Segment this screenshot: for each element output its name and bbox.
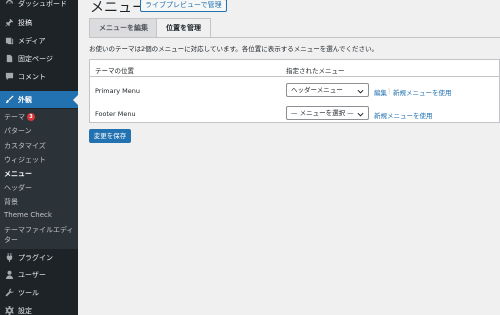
location-label: Footer Menu: [95, 110, 136, 118]
sidebar-item-label: コメント: [18, 72, 46, 81]
submenu-item-theme-editor[interactable]: テーマファイルエディ ター: [4, 225, 74, 245]
admin-sidebar: ダッシュボード 投稿 メディア 固定ページ コメント 外観 テーマ 3 パターン …: [0, 0, 78, 315]
submenu-item-theme-check[interactable]: Theme Check: [4, 211, 52, 219]
live-preview-button[interactable]: ライブプレビューで管理: [140, 0, 227, 12]
submenu-item-label: テーマファイルエディ: [4, 226, 74, 234]
pages-icon: [4, 54, 14, 64]
menu-locations-table: テーマの位置 指定されたメニュー Primary Menu ヘッダーメニュー 編…: [89, 59, 500, 123]
footer-menu-select[interactable]: — メニューを選択 —: [286, 106, 369, 120]
sidebar-item-label: ツール: [18, 288, 39, 297]
primary-menu-select[interactable]: ヘッダーメニュー: [286, 83, 369, 97]
user-icon: [4, 270, 14, 280]
wrench-icon: [4, 288, 14, 298]
sidebar-item-label: プラグイン: [18, 253, 53, 262]
update-count-badge: 3: [27, 113, 35, 121]
sidebar-item-pages[interactable]: 固定ページ: [0, 50, 78, 67]
sidebar-item-label: 固定ページ: [18, 54, 53, 63]
select-value: — メニューを選択 —: [291, 109, 354, 117]
sidebar-item-label: ユーザー: [18, 270, 46, 279]
submenu-item-customize[interactable]: カスタマイズ: [4, 141, 46, 151]
sidebar-item-label: 設定: [18, 306, 32, 315]
sidebar-item-comments[interactable]: コメント: [0, 68, 78, 85]
sidebar-item-media[interactable]: メディア: [0, 32, 78, 49]
submenu-item-header[interactable]: ヘッダー: [4, 183, 32, 193]
submenu-item-menus[interactable]: メニュー: [4, 169, 32, 179]
submenu-item-background[interactable]: 背景: [4, 197, 18, 207]
sidebar-item-label: 外観: [18, 95, 32, 104]
sidebar-item-label: メディア: [18, 36, 46, 45]
column-header-assigned: 指定されたメニュー: [286, 67, 345, 75]
submenu-item-label: ター: [4, 236, 18, 244]
tab-edit-menus[interactable]: メニューを編集: [89, 18, 158, 37]
page-title: メニュー: [90, 0, 146, 16]
settings-icon: [4, 306, 14, 315]
submenu-item-themes[interactable]: テーマ 3: [4, 112, 35, 122]
use-new-menu-link[interactable]: 新規メニューを使用: [374, 110, 433, 120]
sidebar-item-label: 投稿: [18, 18, 32, 27]
save-changes-button[interactable]: 変更を保存: [89, 129, 131, 143]
tab-manage-locations[interactable]: 位置を管理: [156, 18, 211, 38]
submenu-item-widgets[interactable]: ウィジェット: [4, 155, 46, 165]
select-value: ヘッダーメニュー: [291, 86, 343, 94]
dashboard-icon: [4, 0, 14, 9]
location-label: Primary Menu: [95, 87, 141, 95]
sidebar-item-users[interactable]: ユーザー: [0, 266, 78, 283]
sidebar-item-posts[interactable]: 投稿: [0, 14, 78, 31]
pin-icon: [4, 18, 14, 28]
chevron-down-icon: [357, 110, 364, 117]
chevron-down-icon: [357, 87, 364, 94]
sidebar-item-dashboard[interactable]: ダッシュボード: [0, 0, 78, 12]
sidebar-item-appearance[interactable]: 外観: [0, 91, 78, 108]
edit-menu-link[interactable]: 編集: [374, 87, 387, 97]
sidebar-item-plugins[interactable]: プラグイン: [0, 249, 78, 266]
sidebar-item-label: ダッシュボード: [18, 0, 67, 8]
column-header-location: テーマの位置: [95, 67, 134, 75]
media-icon: [4, 36, 14, 46]
use-new-menu-link[interactable]: 新規メニューを使用: [393, 87, 452, 97]
submenu-item-patterns[interactable]: パターン: [4, 126, 32, 136]
intro-text: お使いのテーマは2個のメニューに対応しています。各位置に表示するメニューを選んで…: [89, 45, 378, 53]
appearance-submenu: テーマ 3 パターン カスタマイズ ウィジェット メニュー ヘッダー 背景 The…: [0, 109, 78, 249]
table-header: テーマの位置 指定されたメニュー: [90, 60, 499, 77]
tab-divider: [89, 37, 500, 38]
sidebar-item-settings[interactable]: 設定: [0, 302, 78, 315]
sidebar-item-tools[interactable]: ツール: [0, 284, 78, 301]
plugin-icon: [4, 253, 14, 263]
paintbrush-icon: [4, 95, 14, 105]
submenu-item-label: テーマ: [4, 113, 25, 121]
comment-icon: [4, 72, 14, 82]
link-separator: |: [388, 87, 391, 95]
